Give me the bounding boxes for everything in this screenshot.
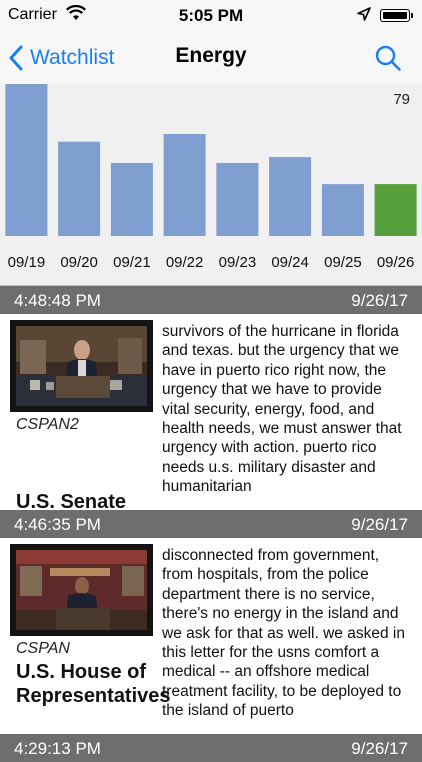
feed-item-date: 9/26/17: [351, 739, 408, 758]
video-thumbnail[interactable]: [10, 544, 153, 636]
chart-bar-09/20[interactable]: [58, 141, 101, 236]
chart-bar-09/25[interactable]: [321, 184, 364, 236]
chart-tick-label: 09/24: [271, 254, 309, 271]
transcript-excerpt: survivors of the hurricane in florida an…: [162, 323, 402, 496]
feed-item[interactable]: CSPAN U.S. House of Representatives disc…: [0, 538, 422, 734]
chart-tick-label: 09/25: [324, 254, 362, 271]
feed-item-time: 4:48:48 PM: [14, 291, 101, 310]
chart-tick-label: 09/19: [8, 254, 46, 271]
feed-item-header[interactable]: 4:29:13 PM 9/26/17: [0, 734, 422, 762]
location-arrow-icon: [357, 7, 371, 21]
chart-tick-label: 09/20: [60, 254, 98, 271]
senate-floor-image: [10, 320, 153, 412]
chart-tick-label: 09/26: [377, 254, 415, 271]
chart-max-label: 79: [393, 91, 410, 108]
chart-bar-09/24[interactable]: [269, 157, 312, 236]
feed-item-date: 9/26/17: [351, 515, 408, 534]
chart-bar-09/26[interactable]: [374, 184, 417, 236]
feed-item-header[interactable]: 4:48:48 PM 9/26/17: [0, 286, 422, 314]
chart-bar-09/19[interactable]: [5, 84, 48, 236]
chart-bar-09/22[interactable]: [163, 134, 206, 236]
feed-item-time: 4:29:13 PM: [14, 739, 101, 758]
channel-label: CSPAN: [16, 640, 70, 657]
transcript-feed: 4:48:48 PM 9/26/17 CSPAN2 U.S. Senate su…: [0, 286, 422, 762]
house-floor-image: [10, 544, 153, 636]
feed-item-date: 9/26/17: [351, 291, 408, 310]
page-title: Energy: [175, 44, 247, 67]
video-thumbnail[interactable]: [10, 320, 153, 412]
navigation-bar: Watchlist Energy: [0, 32, 422, 84]
mentions-bar-chart[interactable]: 09/19 09/20 09/21 09/22 09/23 09/24 09/25 09/26…: [0, 84, 422, 286]
chart-tick-label: 09/22: [166, 254, 204, 271]
chart-bar-09/23[interactable]: [216, 162, 259, 236]
transcript-excerpt: disconnected from government, from hospi…: [162, 547, 405, 720]
feed-item-time: 4:46:35 PM: [14, 515, 101, 534]
channel-label: CSPAN2: [16, 416, 79, 433]
feed-item-header[interactable]: 4:46:35 PM 9/26/17: [0, 510, 422, 538]
chart-tick-label: 09/21: [113, 254, 151, 271]
battery-icon: [380, 9, 413, 22]
chart-bar-09/21[interactable]: [110, 162, 153, 236]
feed-item[interactable]: CSPAN2 U.S. Senate survivors of the hurr…: [0, 314, 422, 513]
search-icon[interactable]: [374, 44, 402, 72]
status-bar: Carrier 5:05 PM: [0, 0, 422, 32]
chart-tick-label: 09/23: [219, 254, 257, 271]
chart-plot: 09/19 09/20 09/21 09/22 09/23 09/24 09/25 09/26: [5, 84, 417, 271]
source-title: U.S. House of Representatives: [16, 661, 171, 707]
